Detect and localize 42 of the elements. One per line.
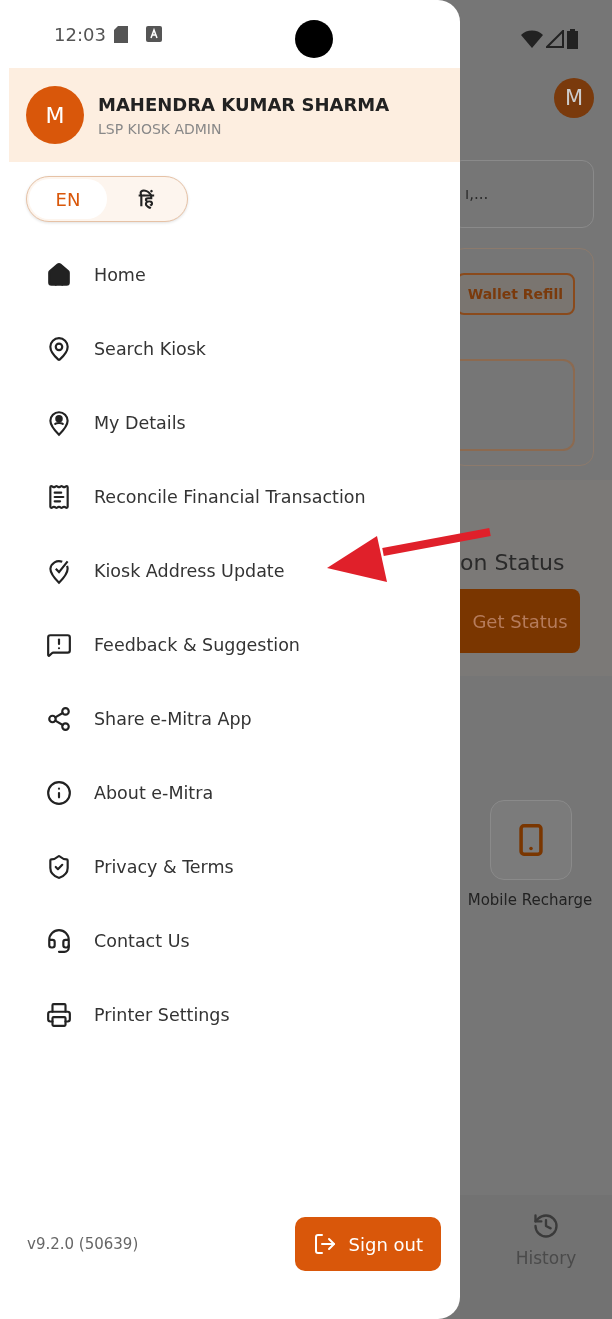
section-title: on Status [460, 550, 566, 575]
sign-out-icon [312, 1232, 337, 1256]
sd-card-icon [113, 25, 128, 43]
menu-item[interactable]: My Details [0, 386, 460, 460]
menu-item[interactable]: Kiosk Address Update [0, 534, 460, 608]
home-icon [46, 262, 72, 288]
camera-cutout [295, 20, 333, 58]
menu-item[interactable]: Privacy & Terms [0, 830, 460, 904]
search-text: ı,... [465, 185, 489, 203]
menu-item[interactable]: Printer Settings [0, 978, 460, 1052]
status-time: 12:03 [54, 23, 106, 45]
menu-item[interactable]: About e-Mitra [0, 756, 460, 830]
avatar: M [26, 86, 84, 144]
menu-item[interactable]: Reconcile Financial Transaction [0, 460, 460, 534]
menu-item[interactable]: Contact Us [0, 904, 460, 978]
service-tile[interactable] [490, 800, 572, 880]
battery-icon [567, 29, 578, 49]
tile-label: Mobile Recharge [466, 890, 594, 910]
wifi-icon [521, 30, 543, 48]
app-version: v9.2.0 (50639) [27, 1235, 139, 1253]
person-pin-icon [46, 409, 72, 437]
printer-icon [46, 1002, 72, 1028]
sign-out-button[interactable]: Sign out [294, 1217, 441, 1271]
avatar: M [554, 78, 594, 118]
receipt-icon [46, 484, 72, 510]
signal-icon [546, 30, 564, 48]
language-option[interactable]: EN [29, 179, 107, 219]
history-icon [532, 1212, 560, 1240]
shield-check-icon [46, 854, 72, 880]
share-icon [46, 706, 72, 732]
feedback-icon [46, 632, 72, 658]
user-role: LSP KIOSK ADMIN [98, 120, 223, 137]
map-pin-icon [46, 336, 72, 362]
info-icon [46, 780, 72, 806]
language-option[interactable]: हिं [107, 179, 185, 219]
headset-icon [46, 928, 72, 954]
menu-item[interactable]: Feedback & Suggestion [0, 608, 460, 682]
keyboard-icon [145, 26, 162, 42]
user-name: MAHENDRA KUMAR SHARMA [98, 93, 390, 115]
menu-item[interactable]: Search Kiosk [0, 312, 460, 386]
pin-check-icon [46, 557, 72, 585]
menu-item[interactable]: Share e-Mitra App [0, 682, 460, 756]
